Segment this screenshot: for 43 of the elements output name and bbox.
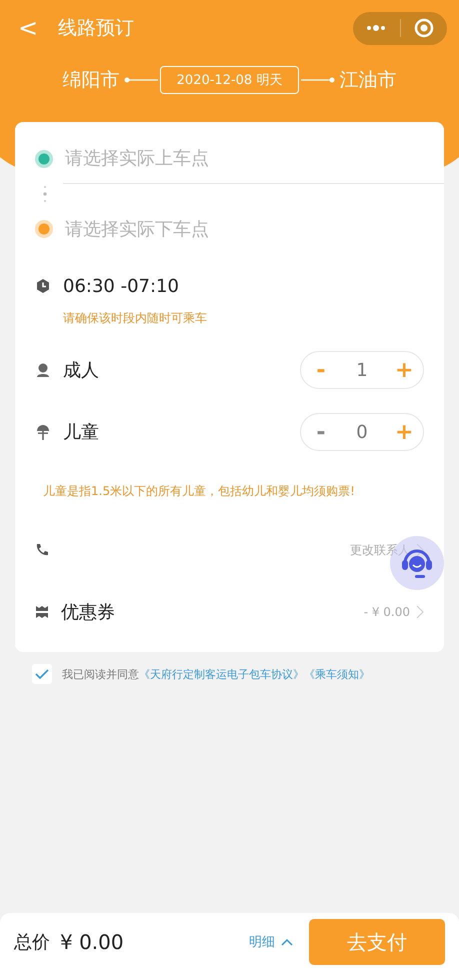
passenger-label: 成人 xyxy=(63,359,100,382)
total-price: ¥ 0.00 xyxy=(60,930,125,954)
page-title: 线路预订 xyxy=(58,16,135,41)
time-note: 请确保该时段内随时可乘车 xyxy=(62,310,208,327)
origin-city: 绵阳市 xyxy=(62,68,120,93)
child-note: 儿童是指1.5米以下的所有儿童，包括幼儿和婴儿均须购票! xyxy=(42,483,356,500)
ticket-icon xyxy=(35,605,49,619)
detail-button[interactable]: 明细 xyxy=(243,932,299,952)
chevron-icon xyxy=(416,605,424,619)
destination-city: 江油市 xyxy=(339,68,396,93)
phone-icon xyxy=(35,543,49,557)
person-icon xyxy=(35,362,51,378)
more-icon[interactable] xyxy=(366,25,386,31)
agree-checkbox[interactable] xyxy=(32,664,52,684)
agreement-text: 我已阅读并同意 xyxy=(62,666,139,682)
chevron-icon xyxy=(416,543,424,557)
stop-field[interactable]: 请选择实际下车点 xyxy=(63,218,444,240)
caret-up-icon xyxy=(281,938,293,946)
decrease-button[interactable]: - xyxy=(307,356,335,384)
increase-button[interactable]: + xyxy=(388,356,417,384)
location-dot-icon xyxy=(35,220,53,238)
date-label: 2020-12-08 明天 xyxy=(160,66,300,94)
time-range: 06:30 -07:10 xyxy=(63,276,179,296)
agreement-link[interactable]: 《天府行定制客运电子包车协议》 xyxy=(139,666,304,682)
quantity-value: 0 xyxy=(356,422,368,442)
route-line xyxy=(301,76,338,84)
dotted-connector xyxy=(43,184,47,204)
close-icon[interactable] xyxy=(414,18,434,38)
check-icon xyxy=(35,669,49,679)
clock-icon xyxy=(35,278,51,294)
stop-field[interactable]: 请选择实际上车点 xyxy=(63,147,444,170)
pay-button[interactable]: 去支付 xyxy=(309,919,445,965)
back-button[interactable]: < xyxy=(18,14,58,42)
total-label: 总价 xyxy=(14,931,50,954)
agreement-link[interactable]: 《乘车须知》 xyxy=(304,666,370,682)
lollipop-icon xyxy=(35,424,51,440)
quantity-value: 1 xyxy=(356,360,368,380)
passenger-label: 儿童 xyxy=(63,421,100,444)
location-dot-icon xyxy=(35,150,53,168)
route-line xyxy=(122,76,158,84)
coupon-value[interactable]: - ¥ 0.00 xyxy=(364,605,410,619)
coupon-label: 优惠券 xyxy=(61,601,116,624)
increase-button[interactable]: + xyxy=(388,418,417,446)
